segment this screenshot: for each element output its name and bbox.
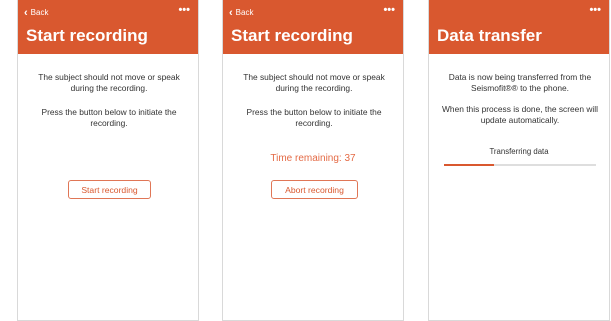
more-options-icon[interactable]: ••• <box>178 4 190 16</box>
start-recording-button[interactable]: Start recording <box>68 180 151 199</box>
press-button-text: Press the button below to initiate the r… <box>246 107 382 128</box>
page-title: Start recording <box>231 26 353 45</box>
progress-label: Transferring data <box>489 147 549 156</box>
auto-update-text: When this process is done, the screen wi… <box>442 104 598 125</box>
back-button[interactable]: ‹ Back <box>24 6 49 19</box>
instruction-text: The subject should not move or speak dur… <box>38 72 180 93</box>
time-remaining-text: Time remaining: 37 <box>270 153 356 164</box>
data-transfer-screen: ••• Data transfer Data is now being tran… <box>428 0 610 321</box>
chevron-left-icon: ‹ <box>229 6 233 19</box>
progress-bar-fill <box>444 164 495 166</box>
back-button[interactable]: ‹ Back <box>229 6 254 19</box>
more-options-icon[interactable]: ••• <box>383 4 395 16</box>
back-label: Back <box>30 8 49 17</box>
page-title: Start recording <box>26 26 148 45</box>
start-recording-screen: ‹ Back ••• Start recording The subject s… <box>17 0 199 321</box>
chevron-left-icon: ‹ <box>24 6 28 19</box>
recording-in-progress-screen: ‹ Back ••• Start recording The subject s… <box>222 0 404 321</box>
press-button-text: Press the button below to initiate the r… <box>41 107 177 128</box>
instruction-text: The subject should not move or speak dur… <box>243 72 385 93</box>
header-bar: ••• Data transfer <box>429 0 609 54</box>
abort-recording-button[interactable]: Abort recording <box>271 180 358 199</box>
progress-bar <box>444 164 596 166</box>
page-title: Data transfer <box>437 26 542 45</box>
back-label: Back <box>235 8 254 17</box>
transfer-info-text: Data is now being transferred from the S… <box>448 72 592 93</box>
header-bar: ‹ Back ••• Start recording <box>18 0 198 54</box>
header-bar: ‹ Back ••• Start recording <box>223 0 403 54</box>
more-options-icon[interactable]: ••• <box>589 4 601 16</box>
